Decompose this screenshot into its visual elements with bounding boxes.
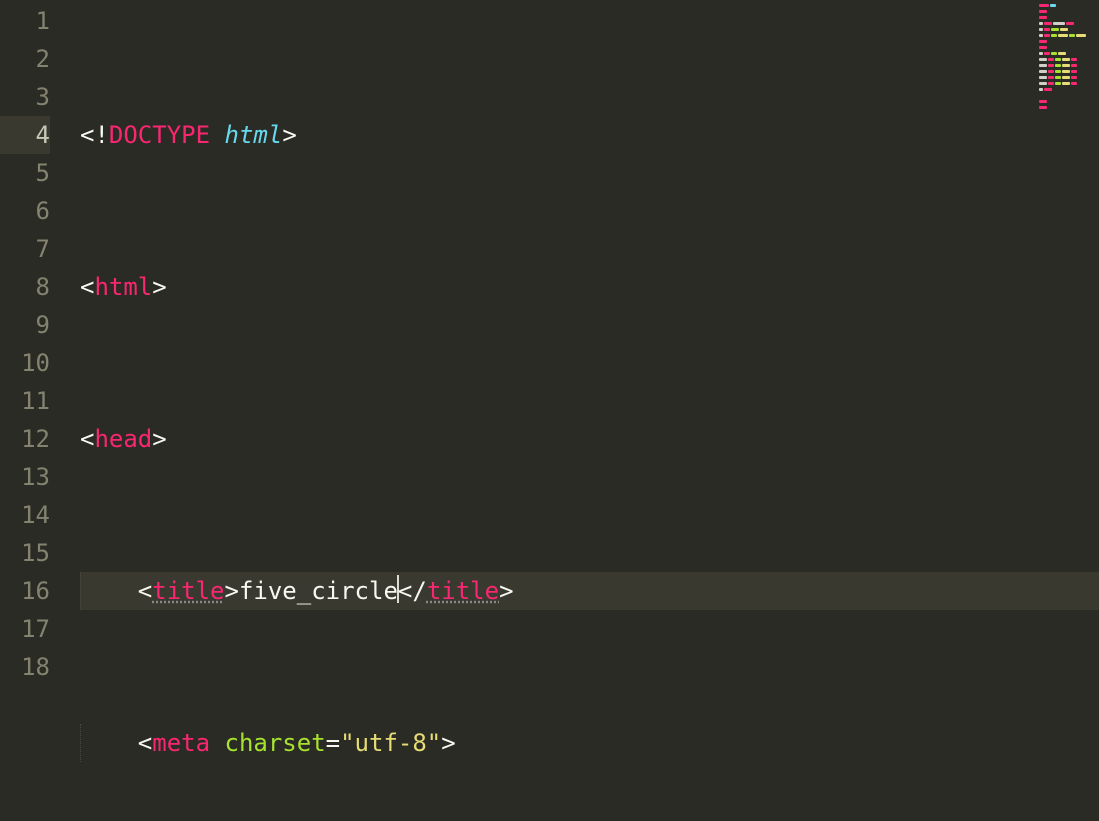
code-editor[interactable]: 1 2 3 4 5 6 7 8 9 10 11 12 13 14 15 16 1…: [0, 0, 1099, 821]
angle-open: <: [80, 121, 94, 149]
line-number: 18: [0, 648, 50, 686]
tag-html: html: [94, 273, 152, 301]
line-number: 8: [0, 268, 50, 306]
line-number-active: 4: [0, 116, 50, 154]
line-number: 2: [0, 40, 50, 78]
code-line[interactable]: <head>: [80, 420, 1099, 458]
title-text: five_circle: [239, 577, 398, 605]
str-utf8: "utf-8": [340, 729, 441, 757]
line-number: 1: [0, 2, 50, 40]
line-number: 12: [0, 420, 50, 458]
tag-head: head: [94, 425, 152, 453]
line-number: 10: [0, 344, 50, 382]
bang: !: [94, 121, 108, 149]
line-number: 7: [0, 230, 50, 268]
code-line-active[interactable]: <title>five_circle</title>: [80, 572, 1099, 610]
line-number: 13: [0, 458, 50, 496]
line-number: 11: [0, 382, 50, 420]
doctype-html: html: [225, 121, 283, 149]
tag-title: title: [152, 577, 224, 605]
code-area[interactable]: <!DOCTYPE html> <html> <head> <title>fiv…: [68, 0, 1099, 821]
line-number: 9: [0, 306, 50, 344]
line-number: 16: [0, 572, 50, 610]
code-line[interactable]: <meta charset="utf-8">: [80, 724, 1099, 762]
angle-close: >: [282, 121, 296, 149]
line-number: 17: [0, 610, 50, 648]
attr-charset: charset: [225, 729, 326, 757]
code-line[interactable]: <!DOCTYPE html>: [80, 116, 1099, 154]
code-line[interactable]: <html>: [80, 268, 1099, 306]
line-number: 6: [0, 192, 50, 230]
line-number: 5: [0, 154, 50, 192]
line-number-gutter: 1 2 3 4 5 6 7 8 9 10 11 12 13 14 15 16 1…: [0, 0, 68, 821]
line-number: 3: [0, 78, 50, 116]
line-number: 14: [0, 496, 50, 534]
tag-title-close: title: [427, 577, 499, 605]
tag-meta: meta: [152, 729, 210, 757]
line-number: 15: [0, 534, 50, 572]
doctype-keyword: DOCTYPE: [109, 121, 210, 149]
